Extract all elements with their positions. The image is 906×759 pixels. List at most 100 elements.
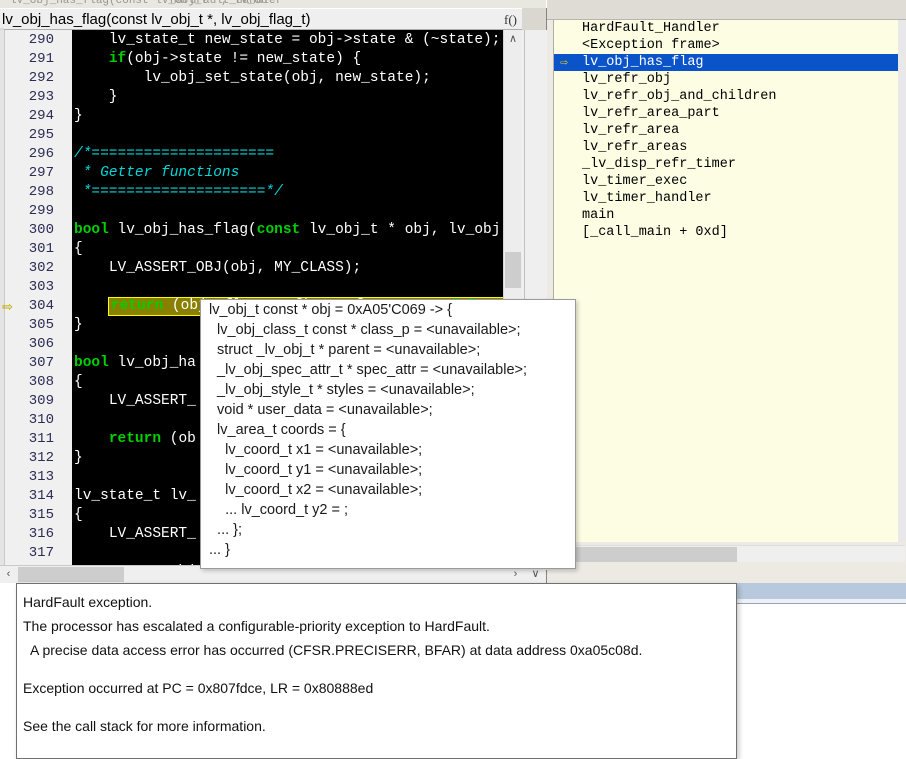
code-line[interactable]: bool lv_obj_ha xyxy=(72,354,196,373)
code-line[interactable]: * Getter functions xyxy=(72,164,240,183)
code-line[interactable]: if(obj->state != new_state) { xyxy=(72,50,361,69)
call-stack-frame-label: _lv_disp_refr_timer xyxy=(582,157,736,172)
scroll-up-icon[interactable]: ∧ xyxy=(504,30,522,48)
code-line[interactable] xyxy=(72,544,74,563)
tooltip-line: lv_coord_t y1 = <unavailable>; xyxy=(209,462,423,478)
call-stack-frame[interactable]: lv_refr_areas xyxy=(554,139,905,156)
call-stack-frame-label: lv_refr_obj_and_children xyxy=(582,89,777,104)
call-stack-horizontal-scrollbar[interactable] xyxy=(553,545,905,562)
function-icon[interactable]: f() xyxy=(504,12,517,28)
code-line[interactable]: lv_state_t lv_ xyxy=(72,487,196,506)
dialog-message-line: See the call stack for more information. xyxy=(23,718,266,734)
editor-titlebar: lv_obj_has_flag(const lv_obj_t *, lv_obj… xyxy=(0,8,522,30)
tooltip-line: struct _lv_obj_t * parent = <unavailable… xyxy=(209,342,481,358)
horizontal-scroll-thumb[interactable] xyxy=(18,567,124,582)
call-stack-frame-label: main xyxy=(582,208,615,223)
line-number: 306 xyxy=(28,336,54,352)
code-line[interactable]: { xyxy=(72,506,83,525)
code-line[interactable]: *====================*/ xyxy=(72,183,283,202)
tooltip-line: _lv_obj_spec_attr_t * spec_attr = <unava… xyxy=(209,362,528,378)
call-stack-frame[interactable]: main xyxy=(554,207,905,224)
call-stack-frame[interactable]: lv_refr_area xyxy=(554,122,905,139)
call-stack-frame-label: lv_timer_exec xyxy=(582,174,688,189)
code-line[interactable]: LV_ASSERT_ xyxy=(72,392,196,411)
call-stack-frame-label: <Exception frame> xyxy=(582,38,720,53)
code-line[interactable] xyxy=(72,278,74,297)
line-number: 299 xyxy=(28,203,54,219)
call-stack-window: HardFault_Handler <Exception frame> ⇨ lv_ob… xyxy=(547,0,906,583)
code-line[interactable]: } xyxy=(72,316,83,335)
line-number: 303 xyxy=(28,279,54,295)
line-number: 292 xyxy=(28,70,54,86)
call-stack-titlebar xyxy=(547,0,906,20)
code-line[interactable]: } xyxy=(72,449,83,468)
code-line[interactable]: } xyxy=(72,88,118,107)
code-line[interactable]: } xyxy=(72,107,83,126)
code-line[interactable]: return (ob xyxy=(72,430,196,449)
tooltip-line: lv_area_t coords = { xyxy=(209,422,346,438)
call-stack-frame-label: lv_refr_obj xyxy=(582,72,672,87)
code-line[interactable]: { xyxy=(72,373,83,392)
line-number: 315 xyxy=(28,507,54,523)
tooltip-line: ... lv_coord_t y2 = ; xyxy=(209,502,349,518)
code-line[interactable] xyxy=(72,468,74,487)
line-number: 295 xyxy=(28,127,54,143)
code-line[interactable]: lv_obj_set_state(obj, new_state); xyxy=(72,69,431,88)
line-number: 310 xyxy=(28,412,54,428)
dialog-message-line: A precise data access error has occurred… xyxy=(23,642,643,658)
tooltip-line: void * user_data = <unavailable>; xyxy=(209,402,433,418)
tooltip-line: ... } xyxy=(209,542,230,558)
dialog-message-line: Exception occurred at PC = 0x807fdce, LR… xyxy=(23,680,374,696)
call-stack-frame-label: HardFault_Handler xyxy=(582,21,720,36)
line-number: 296 xyxy=(28,146,54,162)
line-number: 313 xyxy=(28,469,54,485)
call-stack-frame-label: lv_refr_areas xyxy=(582,140,688,155)
line-number: 309 xyxy=(28,393,54,409)
line-number: 291 xyxy=(28,51,54,67)
dialog-blank-line xyxy=(17,662,736,676)
call-stack-list[interactable]: HardFault_Handler <Exception frame> ⇨ lv_ob… xyxy=(553,20,905,542)
line-number: 305 xyxy=(28,317,54,333)
vertical-scroll-thumb[interactable] xyxy=(505,252,521,288)
tooltip-line: lv_obj_class_t const * class_p = <unavai… xyxy=(209,322,521,338)
call-stack-frame[interactable]: <Exception frame> xyxy=(554,37,905,54)
call-stack-frame[interactable]: _lv_disp_refr_timer xyxy=(554,156,905,173)
hardfault-message-dialog: HardFault exception. The processor has es… xyxy=(16,583,737,759)
line-number: 290 xyxy=(28,32,54,48)
call-stack-frame[interactable]: [_call_main + 0xd] xyxy=(554,224,905,241)
line-number: 293 xyxy=(28,89,54,105)
call-stack-frame[interactable]: lv_refr_obj xyxy=(554,71,905,88)
line-number: 298 xyxy=(28,184,54,200)
background-title-band xyxy=(737,583,906,599)
fold-column[interactable] xyxy=(57,30,126,570)
debugger-screen: lv_obj_has_flag(const lv_obj_t *, lv_ob … xyxy=(0,0,906,759)
line-number: 311 xyxy=(28,431,54,447)
line-number: 316 xyxy=(28,526,54,542)
code-line[interactable]: bool lv_obj_has_flag(const lv_obj_t * ob… xyxy=(72,221,500,240)
call-stack-frame[interactable]: lv_refr_obj_and_children xyxy=(554,88,905,105)
call-stack-vertical-scrollbar[interactable] xyxy=(898,20,906,542)
call-stack-frame[interactable]: lv_timer_exec xyxy=(554,173,905,190)
background-left-edge xyxy=(0,583,16,759)
current-line-arrow-icon: ⇨ xyxy=(2,299,13,314)
code-line[interactable]: { xyxy=(72,240,83,259)
code-line[interactable] xyxy=(72,335,74,354)
scroll-left-icon[interactable]: ‹ xyxy=(0,566,17,583)
call-stack-frame[interactable]: lv_timer_handler xyxy=(554,190,905,207)
tooltip-line: ... }; xyxy=(209,522,243,538)
call-stack-frame[interactable]: ⇨ lv_obj_has_flag xyxy=(554,54,905,71)
line-number: 301 xyxy=(28,241,54,257)
code-line[interactable] xyxy=(72,411,74,430)
call-stack-frame[interactable]: HardFault_Handler xyxy=(554,20,905,37)
line-number: 304 xyxy=(28,298,54,314)
code-line[interactable] xyxy=(72,126,74,145)
code-line[interactable]: LV_ASSERT_OBJ(obj, MY_CLASS); xyxy=(72,259,361,278)
code-line[interactable]: /*===================== xyxy=(72,145,274,164)
call-stack-scroll-thumb[interactable] xyxy=(554,547,737,562)
top-strip-ghost-right: HardFault_Handler xyxy=(170,0,283,7)
code-line[interactable]: lv_state_t new_state = obj->state & (~st… xyxy=(72,31,501,50)
page-title: lv_obj_has_flag(const lv_obj_t *, lv_obj… xyxy=(2,11,311,28)
code-line[interactable]: LV_ASSERT_ xyxy=(72,525,196,544)
call-stack-frame[interactable]: lv_refr_area_part xyxy=(554,105,905,122)
code-line[interactable] xyxy=(72,202,74,221)
